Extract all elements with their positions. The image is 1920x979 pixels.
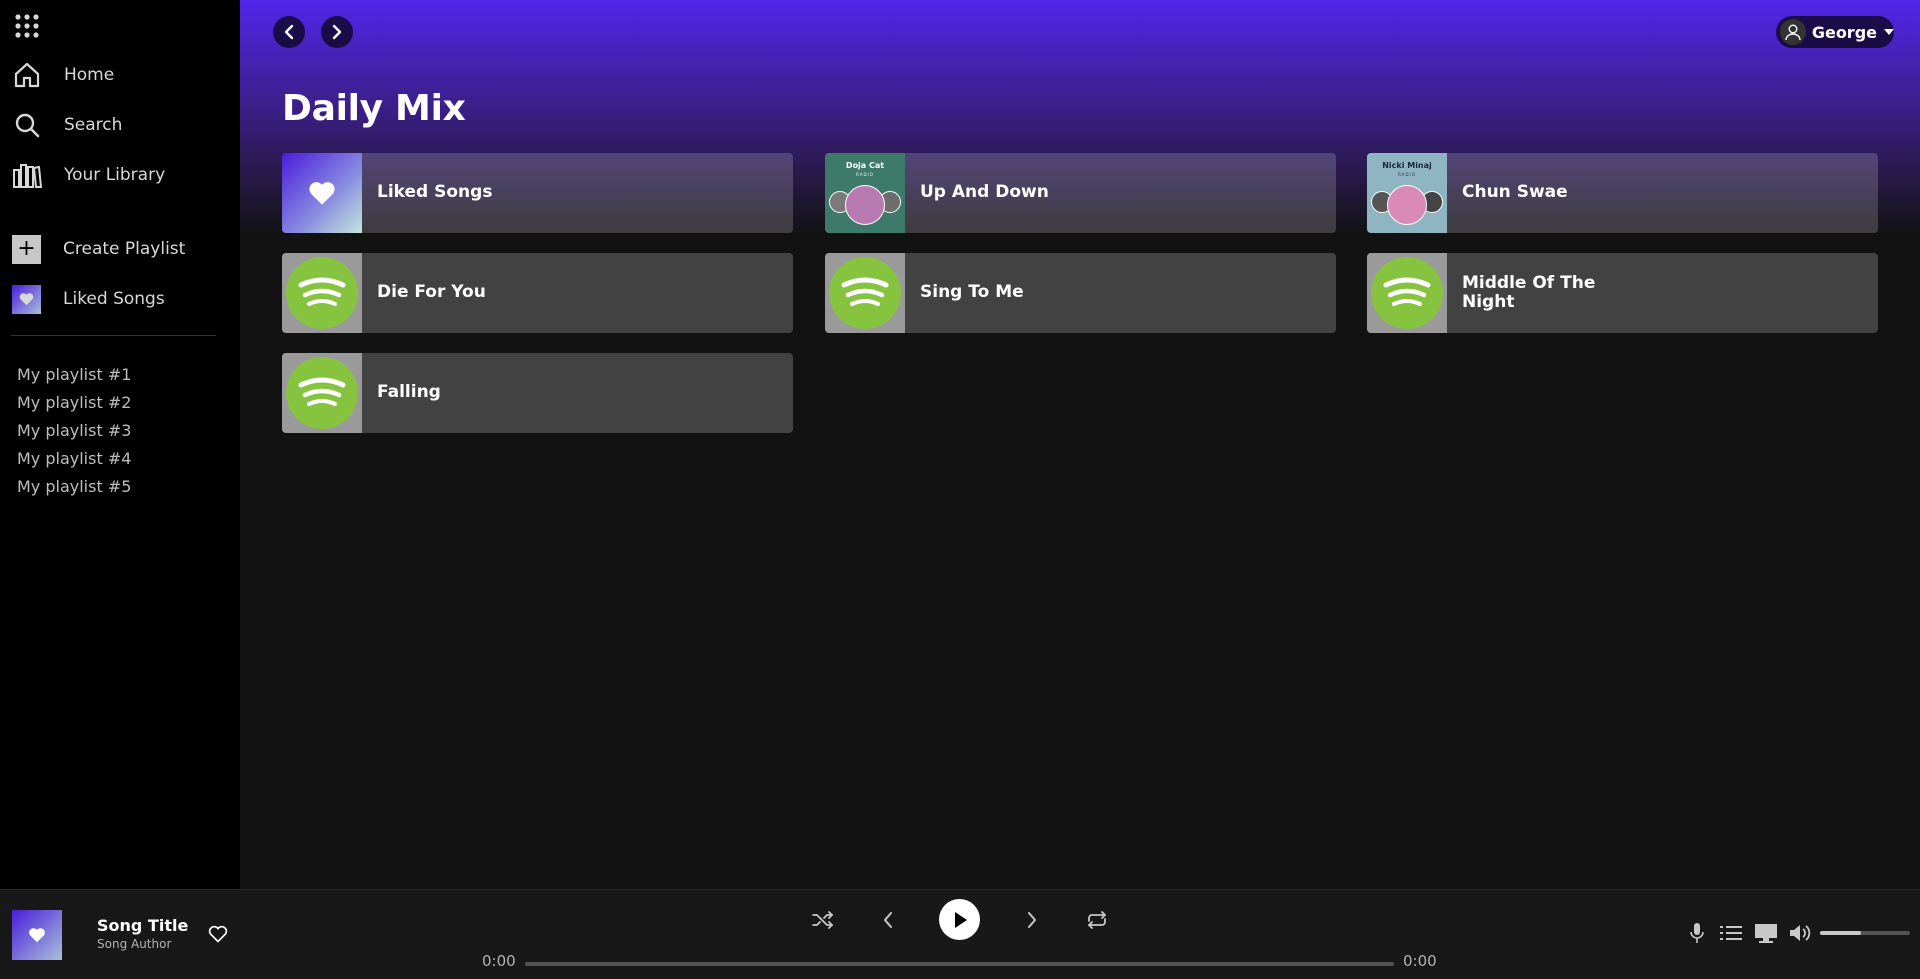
cover-radio-text: RADIO (1398, 172, 1416, 177)
playlist-item[interactable]: My playlist #1 (17, 365, 131, 384)
chevron-left-icon (284, 24, 294, 40)
caret-down-icon (1884, 29, 1894, 35)
mix-card-middle-of-the-night[interactable]: Middle Of The Night (1367, 253, 1878, 333)
mix-card-chun-swae[interactable]: Nicki Minaj RADIO Chun Swae (1367, 153, 1878, 233)
spotify-logo-cover (1367, 253, 1447, 333)
card-title: Die For You (377, 282, 486, 303)
volume-level (1820, 931, 1861, 935)
user-name: George (1811, 22, 1877, 42)
lyrics-button[interactable] (1685, 921, 1709, 945)
card-title: Up And Down (920, 182, 1049, 203)
playlist-item[interactable]: My playlist #5 (17, 477, 131, 496)
repeat-icon (1088, 911, 1106, 929)
artist-avatar (1387, 185, 1427, 225)
main-content: George Daily Mix Liked Songs Doja Cat RA… (240, 0, 1920, 889)
queue-button[interactable] (1719, 921, 1743, 945)
play-icon (954, 911, 967, 928)
liked-songs-label: Liked Songs (63, 289, 165, 309)
playlist-item[interactable]: My playlist #3 (17, 421, 131, 440)
nav-your-library-label: Your Library (64, 165, 166, 185)
back-button[interactable] (273, 16, 305, 48)
card-title: Sing To Me (920, 282, 1024, 303)
home-icon (12, 60, 42, 90)
volume-slider[interactable] (1820, 931, 1910, 935)
devices-button[interactable] (1754, 921, 1778, 945)
spotify-icon (1371, 257, 1443, 329)
volume-icon (1790, 925, 1811, 941)
mix-card-falling[interactable]: Falling (282, 353, 793, 433)
card-title: Liked Songs (377, 182, 493, 203)
nav-home[interactable]: Home (12, 57, 114, 93)
artist-avatar (845, 185, 885, 225)
volume-button[interactable] (1789, 921, 1813, 945)
plus-icon: + (12, 234, 41, 264)
next-button[interactable] (1020, 907, 1044, 933)
now-playing-author: Song Author (97, 937, 172, 951)
playlist-item[interactable]: My playlist #2 (17, 393, 131, 412)
library-icon (12, 160, 42, 190)
nav-home-label: Home (64, 65, 115, 85)
create-playlist-label: Create Playlist (63, 239, 186, 259)
shuffle-button[interactable] (810, 907, 836, 933)
page-title: Daily Mix (282, 88, 466, 129)
monitor-icon (1755, 924, 1777, 943)
progress-bar[interactable] (525, 962, 1394, 966)
sidebar-divider (11, 335, 216, 336)
heart-icon (12, 284, 41, 314)
spotify-icon (829, 257, 901, 329)
shuffle-icon (812, 911, 834, 929)
heart-icon (29, 928, 45, 943)
chevron-left-icon (884, 912, 892, 928)
liked-songs-link[interactable]: Liked Songs (12, 281, 165, 317)
mix-card-die-for-you[interactable]: Die For You (282, 253, 793, 333)
spotify-icon (286, 257, 358, 329)
cover-radio-text: RADIO (856, 172, 874, 177)
playlist-item[interactable]: My playlist #4 (17, 449, 131, 468)
spotify-logo-cover (282, 353, 362, 433)
queue-list-icon (1720, 926, 1742, 940)
card-title: Falling (377, 382, 441, 403)
now-playing-title: Song Title (97, 916, 189, 935)
nicki-minaj-radio-cover: Nicki Minaj RADIO (1367, 153, 1447, 233)
repeat-button[interactable] (1084, 907, 1110, 933)
search-icon (12, 110, 42, 140)
previous-button[interactable] (876, 907, 900, 933)
create-playlist-button[interactable]: + Create Playlist (12, 231, 185, 267)
like-heart-icon[interactable] (208, 924, 228, 944)
time-elapsed: 0:00 (482, 952, 516, 970)
doja-cat-radio-cover: Doja Cat RADIO (825, 153, 905, 233)
mix-card-up-and-down[interactable]: Doja Cat RADIO Up And Down (825, 153, 1336, 233)
spotify-logo-cover (282, 253, 362, 333)
spotify-logo-cover (825, 253, 905, 333)
sidebar: Home Search Your Library + Create Playli… (0, 0, 240, 889)
spotify-icon (286, 357, 358, 429)
time-total: 0:00 (1403, 952, 1437, 970)
nav-search[interactable]: Search (12, 107, 122, 143)
now-playing-cover (12, 910, 62, 960)
heart-icon (309, 182, 335, 205)
card-title: Chun Swae (1462, 182, 1568, 203)
mix-card-liked-songs[interactable]: Liked Songs (282, 153, 793, 233)
nav-your-library[interactable]: Your Library (12, 157, 165, 193)
nav-search-label: Search (64, 115, 123, 135)
mix-card-sing-to-me[interactable]: Sing To Me (825, 253, 1336, 333)
chevron-right-icon (332, 24, 342, 40)
play-button[interactable] (939, 899, 980, 940)
apps-grid-icon[interactable] (14, 13, 40, 39)
microphone-icon (1690, 923, 1704, 943)
user-icon (1780, 19, 1806, 45)
card-title: Middle Of The Night (1462, 272, 1596, 312)
user-menu-button[interactable]: George (1776, 16, 1894, 48)
forward-button[interactable] (321, 16, 353, 48)
cover-artist-text: Nicki Minaj (1382, 161, 1432, 170)
chevron-right-icon (1028, 912, 1036, 928)
liked-songs-cover (282, 153, 362, 233)
cover-artist-text: Doja Cat (845, 161, 885, 170)
player-bar: Song Title Song Author 0:00 0:00 (0, 889, 1920, 979)
